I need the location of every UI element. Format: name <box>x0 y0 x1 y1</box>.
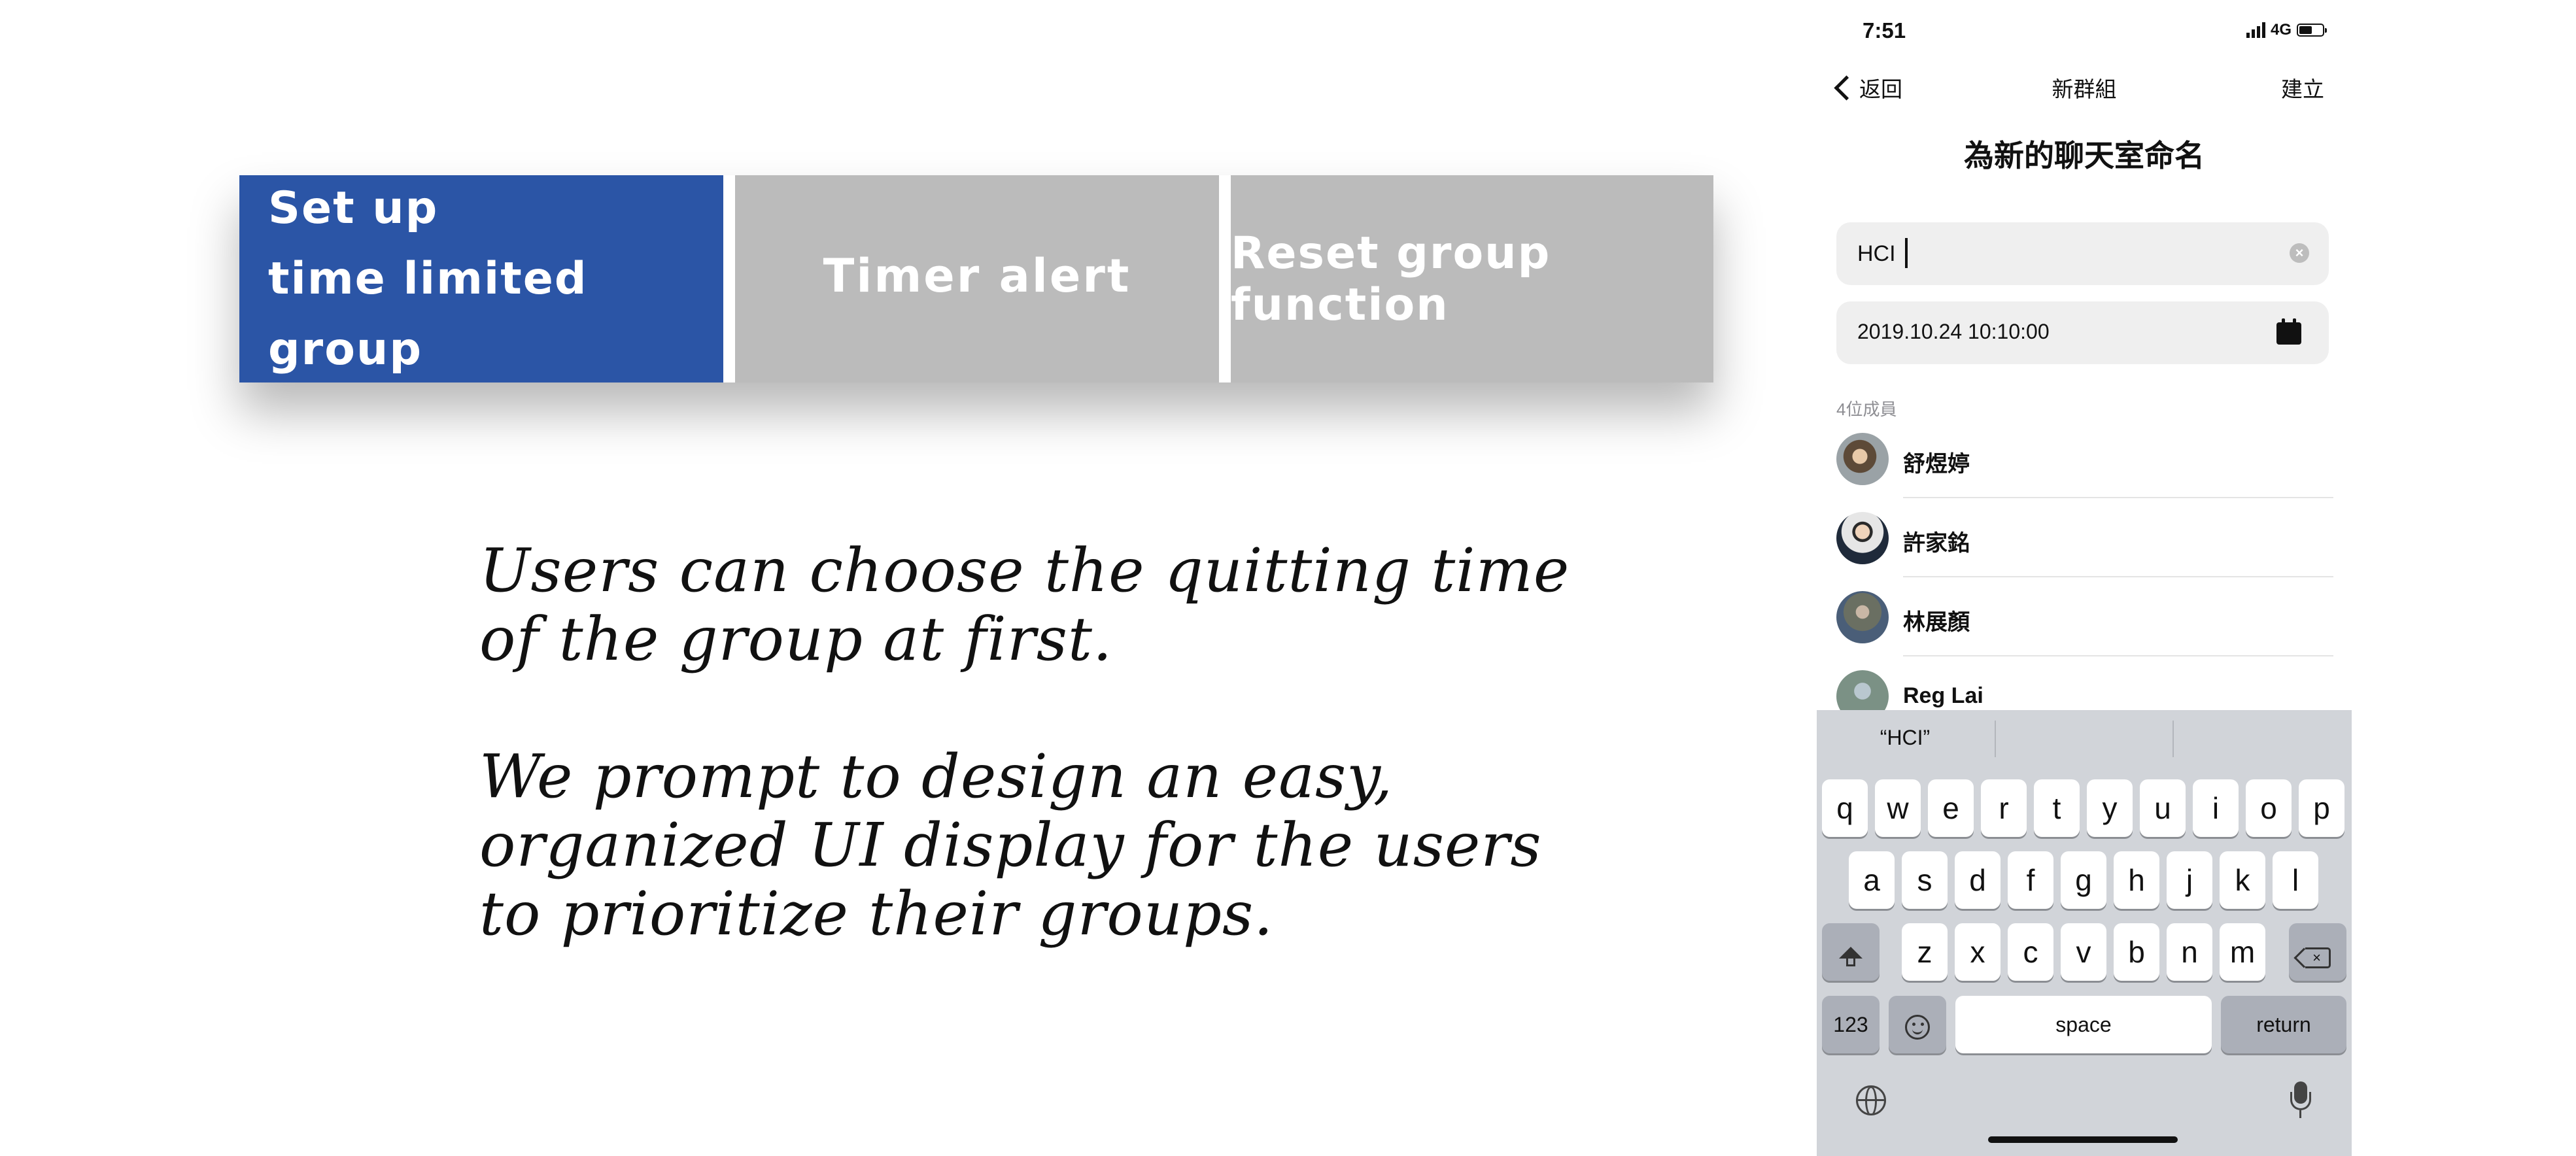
tab-label: Timer alert <box>823 248 1131 303</box>
description-paragraph: Users can choose the quitting time of th… <box>479 536 1570 674</box>
calendar-icon[interactable] <box>2276 318 2301 345</box>
tab-set-up-time-limited-group[interactable]: Set up time limited group <box>239 175 723 382</box>
avatar <box>1836 433 1889 485</box>
signal-icon <box>2246 22 2265 38</box>
avatar <box>1836 591 1889 643</box>
divider <box>1903 576 2333 577</box>
members-count-label: 4位成員 <box>1836 400 1897 419</box>
emoji-icon <box>1905 1015 1930 1040</box>
clear-icon[interactable]: × <box>2290 243 2309 263</box>
shift-icon <box>1839 947 1863 966</box>
key-o[interactable]: o <box>2246 779 2292 837</box>
key-j[interactable]: j <box>2167 851 2212 909</box>
keyboard: “HCI” qwertyuiop asdfghjkl zxcvbnm × 123… <box>1817 710 2352 1156</box>
key-t[interactable]: t <box>2034 779 2080 837</box>
microphone-icon[interactable] <box>2289 1081 2312 1119</box>
key-q[interactable]: q <box>1822 779 1868 837</box>
member-name: 許家銘 <box>1903 531 1970 556</box>
member-name: 舒煜婷 <box>1903 452 1970 477</box>
tab-label: Reset group function <box>1231 227 1551 331</box>
key-d[interactable]: d <box>1955 851 2001 909</box>
key-a[interactable]: a <box>1849 851 1895 909</box>
key-h[interactable]: h <box>2114 851 2159 909</box>
phone-screen: 7:51 4G 返回 新群組 建立 為新的聊天室命名 × 2019.10.24 … <box>1817 0 2352 1156</box>
avatar <box>1836 512 1889 564</box>
text-cursor <box>1905 238 1908 268</box>
group-name-input[interactable] <box>1857 239 2250 268</box>
quit-time-value: 2019.10.24 10:10:00 <box>1857 320 2050 343</box>
network-label: 4G <box>2270 21 2292 39</box>
key-u[interactable]: u <box>2140 779 2186 837</box>
key-z[interactable]: z <box>1902 923 1948 981</box>
key-v[interactable]: v <box>2061 923 2106 981</box>
feature-tabs: Set up time limited group Timer alert Re… <box>239 175 1713 382</box>
battery-icon <box>2297 24 2327 37</box>
tab-timer-alert[interactable]: Timer alert <box>735 175 1219 382</box>
status-indicators: 4G <box>2246 21 2327 39</box>
member-name: Reg Lai <box>1903 683 1984 708</box>
quit-time-field[interactable]: 2019.10.24 10:10:00 <box>1836 301 2329 364</box>
suggestion-item[interactable]: “HCI” <box>1817 726 1993 750</box>
key-p[interactable]: p <box>2299 779 2344 837</box>
divider <box>1903 655 2333 656</box>
group-name-field[interactable]: × <box>1836 222 2329 285</box>
delete-key[interactable]: × <box>2289 923 2346 981</box>
status-bar: 7:51 4G <box>1817 0 2352 59</box>
divider <box>1903 497 2333 498</box>
return-key[interactable]: return <box>2221 996 2346 1053</box>
navigation-bar: 返回 新群組 建立 <box>1817 65 2352 107</box>
key-i[interactable]: i <box>2193 779 2239 837</box>
tab-label-line-1: Set up <box>268 182 439 234</box>
key-g[interactable]: g <box>2061 851 2106 909</box>
create-button[interactable]: 建立 <box>2281 72 2324 103</box>
key-y[interactable]: y <box>2087 779 2133 837</box>
key-f[interactable]: f <box>2008 851 2053 909</box>
description-paragraph: We prompt to design an easy, organized U… <box>479 741 1542 949</box>
home-indicator <box>1988 1136 2178 1143</box>
key-l[interactable]: l <box>2273 851 2318 909</box>
space-key[interactable]: space <box>1955 996 2212 1053</box>
emoji-key[interactable] <box>1889 996 1946 1053</box>
key-m[interactable]: m <box>2220 923 2265 981</box>
tab-label-line-2: time limited group <box>268 252 588 375</box>
key-r[interactable]: r <box>1981 779 2027 837</box>
status-time: 7:51 <box>1863 18 1906 42</box>
divider <box>2172 721 2174 757</box>
list-item[interactable]: 許家銘 <box>1836 511 2333 590</box>
member-name: 林展顏 <box>1903 610 1970 635</box>
key-e[interactable]: e <box>1928 779 1974 837</box>
divider <box>1995 721 1996 757</box>
delete-icon: × <box>2305 947 2331 968</box>
tab-reset-group-function[interactable]: Reset group function <box>1231 175 1713 382</box>
numbers-key[interactable]: 123 <box>1822 996 1880 1053</box>
key-k[interactable]: k <box>2220 851 2265 909</box>
description: Users can choose the quitting time of th… <box>479 536 1591 948</box>
list-item[interactable]: 林展顏 <box>1836 590 2333 669</box>
key-c[interactable]: c <box>2008 923 2053 981</box>
key-x[interactable]: x <box>1955 923 2001 981</box>
key-s[interactable]: s <box>1902 851 1948 909</box>
suggestion-bar: “HCI” <box>1817 710 2352 769</box>
key-w[interactable]: w <box>1875 779 1921 837</box>
key-b[interactable]: b <box>2114 923 2159 981</box>
list-item[interactable]: 舒煜婷 <box>1836 432 2333 511</box>
globe-icon[interactable] <box>1856 1085 1886 1115</box>
shift-key[interactable] <box>1822 923 1880 981</box>
key-n[interactable]: n <box>2167 923 2212 981</box>
member-list: 舒煜婷 許家銘 林展顏 Reg Lai <box>1836 432 2333 748</box>
nav-title: 新群組 <box>2052 77 2117 101</box>
page-heading: 為新的聊天室命名 <box>1964 139 2205 173</box>
